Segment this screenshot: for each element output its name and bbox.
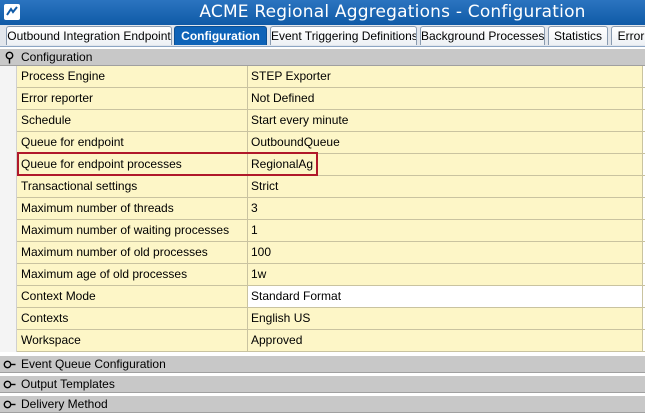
row-gutter — [0, 308, 17, 330]
property-value[interactable]: Standard Format — [248, 286, 643, 307]
tab-strip: Outbound Integration Endpoint Configurat… — [0, 25, 645, 47]
tab-statistics[interactable]: Statistics — [548, 26, 608, 45]
row-gutter — [0, 198, 17, 220]
property-value[interactable]: 3 — [248, 198, 643, 219]
property-value[interactable]: STEP Exporter — [248, 66, 643, 87]
table-row[interactable]: Contexts English US — [0, 308, 645, 330]
section-label: Delivery Method — [21, 397, 108, 411]
table-row[interactable]: Queue for endpoint OutboundQueue — [0, 132, 645, 154]
section-event-queue-configuration[interactable]: Event Queue Configuration — [0, 356, 645, 373]
row-gutter — [0, 110, 17, 132]
table-row[interactable]: Maximum number of old processes 100 — [0, 242, 645, 264]
property-name: Queue for endpoint — [17, 132, 248, 153]
property-value[interactable]: Strict — [248, 176, 643, 197]
property-name: Contexts — [17, 308, 248, 329]
table-row[interactable]: Maximum age of old processes 1w — [0, 264, 645, 286]
window-title: ACME Regional Aggregations - Configurati… — [199, 2, 586, 22]
table-row[interactable]: Maximum number of waiting processes 1 — [0, 220, 645, 242]
configuration-grid: Process Engine STEP Exporter Error repor… — [0, 66, 645, 352]
property-name: Queue for endpoint processes — [17, 154, 248, 175]
section-label: Event Queue Configuration — [21, 357, 166, 371]
table-row[interactable]: Schedule Start every minute — [0, 110, 645, 132]
expand-icon[interactable] — [3, 398, 16, 411]
table-row[interactable]: Context Mode Standard Format — [0, 286, 645, 308]
section-label: Output Templates — [21, 377, 115, 391]
row-gutter — [0, 66, 17, 88]
row-gutter — [0, 242, 17, 264]
property-value[interactable]: 1w — [248, 264, 643, 285]
row-gutter — [0, 286, 17, 308]
property-name: Maximum number of waiting processes — [17, 220, 248, 241]
row-gutter — [0, 220, 17, 242]
table-row[interactable]: Error reporter Not Defined — [0, 88, 645, 110]
table-row[interactable]: Transactional settings Strict — [0, 176, 645, 198]
property-name: Process Engine — [17, 66, 248, 87]
title-bar: ACME Regional Aggregations - Configurati… — [0, 0, 645, 25]
row-gutter — [0, 154, 17, 176]
row-gutter — [0, 330, 17, 352]
property-value[interactable]: 1 — [248, 220, 643, 241]
collapse-icon[interactable] — [3, 51, 16, 64]
table-row[interactable]: Maximum number of threads 3 — [0, 198, 645, 220]
property-value[interactable]: Not Defined — [248, 88, 643, 109]
section-output-templates[interactable]: Output Templates — [0, 376, 645, 393]
property-name: Error reporter — [17, 88, 248, 109]
expand-icon[interactable] — [3, 358, 16, 371]
tab-error[interactable]: Error — [611, 26, 645, 45]
row-gutter — [0, 264, 17, 286]
section-delivery-method[interactable]: Delivery Method — [0, 396, 645, 413]
property-name: Maximum number of old processes — [17, 242, 248, 263]
row-gutter — [0, 176, 17, 198]
table-row[interactable]: Workspace Approved — [0, 330, 645, 352]
property-value[interactable]: 100 — [248, 242, 643, 263]
section-configuration[interactable]: Configuration — [0, 49, 645, 66]
table-row[interactable]: Queue for endpoint processes RegionalAg — [0, 154, 645, 176]
row-gutter — [0, 88, 17, 110]
property-value[interactable]: Approved — [248, 330, 643, 351]
property-value[interactable]: OutboundQueue — [248, 132, 643, 153]
property-name: Workspace — [17, 330, 248, 351]
expand-icon[interactable] — [3, 378, 16, 391]
tab-configuration[interactable]: Configuration — [174, 26, 267, 45]
tab-background-processes[interactable]: Background Processes — [420, 26, 545, 45]
tab-outbound-integration-endpoint[interactable]: Outbound Integration Endpoint — [6, 26, 172, 45]
row-gutter — [0, 132, 17, 154]
section-label: Configuration — [21, 50, 93, 64]
property-name: Transactional settings — [17, 176, 248, 197]
table-row[interactable]: Process Engine STEP Exporter — [0, 66, 645, 88]
property-name: Maximum number of threads — [17, 198, 248, 219]
property-value[interactable]: Start every minute — [248, 110, 643, 131]
property-value[interactable]: RegionalAg — [248, 154, 643, 175]
property-value[interactable]: English US — [248, 308, 643, 329]
property-name: Schedule — [17, 110, 248, 131]
property-name: Maximum age of old processes — [17, 264, 248, 285]
tab-event-triggering-definitions[interactable]: Event Triggering Definitions — [270, 26, 417, 45]
property-name: Context Mode — [17, 286, 248, 307]
